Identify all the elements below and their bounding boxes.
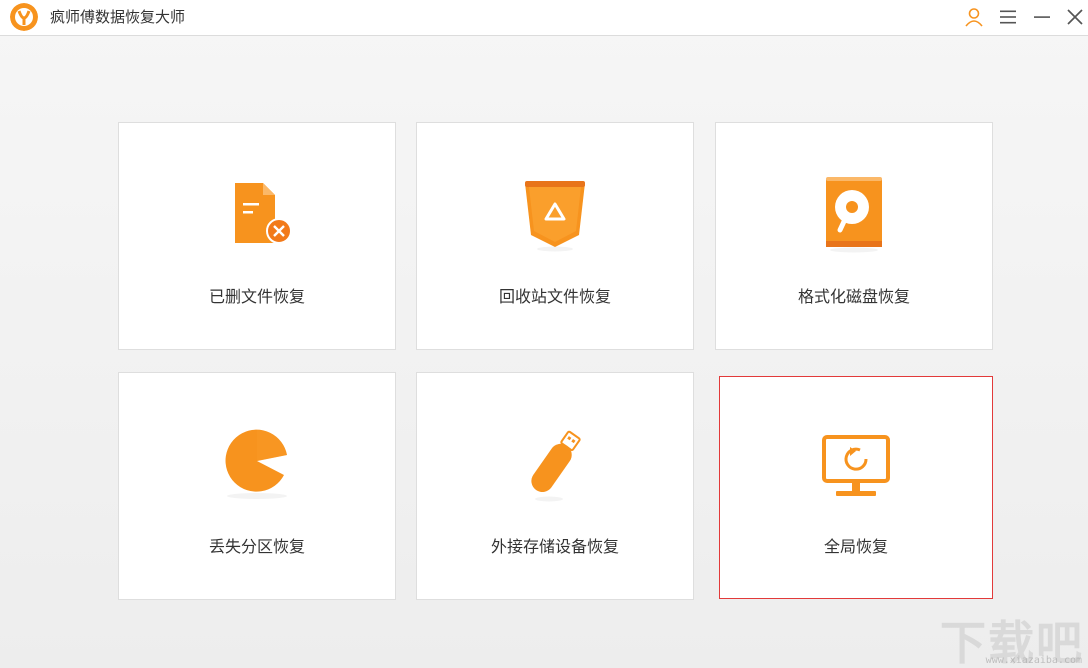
formatted-disk-icon — [826, 177, 882, 253]
app-title: 疯师傅数据恢复大师 — [50, 8, 186, 26]
lost-partition-icon — [225, 429, 287, 499]
minimize-button[interactable] — [1029, 4, 1055, 30]
deleted-file-icon — [235, 183, 292, 244]
card-label: 全局恢复 — [823, 537, 888, 556]
card-label: 回收站文件恢复 — [498, 287, 611, 306]
watermark-url: www.xiazaiba.com — [985, 655, 1082, 666]
card-label: 外接存储设备恢复 — [490, 537, 619, 556]
user-icon — [965, 8, 983, 27]
title-bar: 疯师傅数据恢复大师 — [0, 0, 1088, 36]
card-recycle-bin-recovery[interactable]: 回收站文件恢复 — [416, 122, 694, 350]
menu-button[interactable] — [995, 4, 1021, 30]
user-button[interactable] — [961, 4, 987, 30]
close-button[interactable] — [1062, 4, 1088, 30]
close-icon — [1067, 9, 1083, 25]
app-logo-icon — [10, 3, 38, 31]
card-lost-partition-recovery[interactable]: 丢失分区恢复 — [118, 372, 396, 600]
card-label: 已删文件恢复 — [208, 287, 305, 306]
card-global-recovery[interactable]: 全局恢复 — [719, 376, 993, 599]
card-formatted-disk-recovery[interactable]: 格式化磁盘恢复 — [715, 122, 993, 350]
minimize-icon — [1034, 16, 1050, 18]
hamburger-menu-icon — [1000, 10, 1016, 24]
card-external-storage-recovery[interactable]: 外接存储设备恢复 — [416, 372, 694, 600]
card-label: 格式化磁盘恢复 — [797, 287, 910, 306]
card-deleted-file-recovery[interactable]: 已删文件恢复 — [118, 122, 396, 350]
usb-drive-icon — [531, 430, 581, 502]
card-label: 丢失分区恢复 — [208, 537, 305, 556]
recycle-bin-icon — [525, 181, 585, 252]
monitor-restore-icon — [822, 435, 890, 496]
